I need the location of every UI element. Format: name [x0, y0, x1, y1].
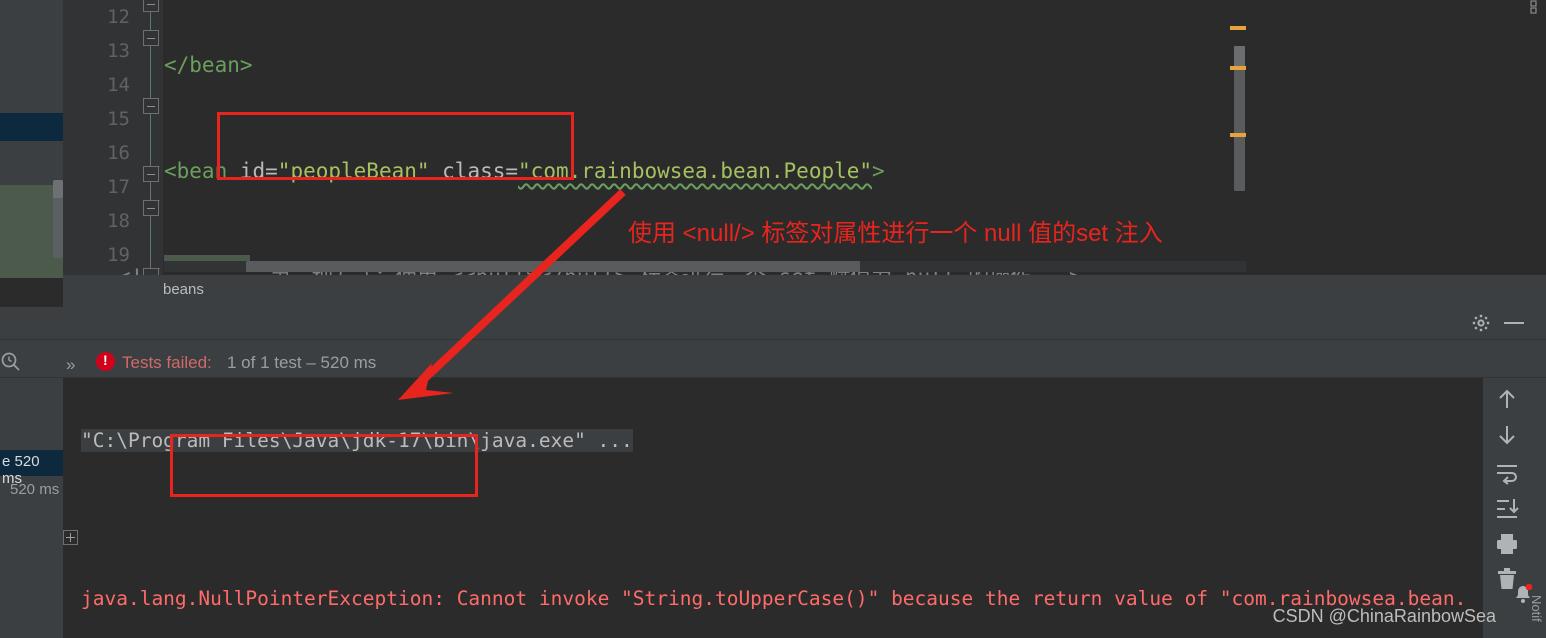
line-number: 17 — [107, 176, 130, 198]
watermark: CSDN @ChinaRainbowSea — [1272, 606, 1496, 626]
search-history-icon[interactable] — [0, 351, 22, 373]
line-number: 18 — [107, 210, 130, 232]
warning-marker-icon[interactable] — [1230, 26, 1246, 30]
expand-stacktrace-icon[interactable] — [63, 530, 78, 545]
line-number: 12 — [107, 6, 130, 28]
code-folding-column[interactable] — [138, 0, 164, 284]
left-strip-selection — [0, 113, 63, 141]
notifications-label[interactable]: Notif — [1529, 595, 1544, 622]
test-tree-row-label: 520 ms — [10, 481, 60, 498]
line-number: 14 — [107, 74, 130, 96]
test-tree-row[interactable]: 520 ms — [0, 478, 63, 504]
code-token-open-bean: <bean — [164, 159, 228, 183]
fold-marker-icon[interactable] — [143, 0, 159, 12]
error-badge-icon — [96, 352, 115, 371]
test-tree-selected-row[interactable]: e 520 ms — [0, 450, 63, 487]
warning-marker-icon[interactable] — [1230, 133, 1246, 137]
run-tool-window: » Tests failed: 1 of 1 test – 520 ms e 5… — [0, 307, 1546, 638]
up-arrow-icon[interactable] — [1495, 387, 1519, 411]
console-command-text: "C:\Program Files\Java\jdk-17\bin\java.e… — [81, 429, 633, 452]
code-token-gt: > — [872, 159, 885, 183]
left-strip-scrollbar-thumb[interactable] — [53, 180, 63, 198]
test-tree-panel[interactable]: e 520 ms 520 ms — [0, 378, 63, 638]
exception-type-text: java.lang.NullPointerException: — [81, 587, 457, 610]
fold-marker-icon[interactable] — [143, 30, 159, 46]
scroll-to-end-icon[interactable] — [1495, 497, 1519, 521]
tool-window-header — [0, 307, 1546, 340]
code-token-attr-class: class= — [429, 159, 519, 183]
warning-marker-icon[interactable] — [1230, 66, 1246, 70]
code-token-attr-id: id= — [227, 159, 278, 183]
fold-marker-icon[interactable] — [143, 200, 159, 216]
gear-icon[interactable] — [1472, 314, 1490, 332]
tests-failed-label: Tests failed: — [122, 353, 212, 372]
code-line-13: <bean id="peopleBean" class="com.rainbow… — [164, 154, 1546, 188]
print-icon[interactable] — [1495, 532, 1519, 556]
expand-chevrons-icon[interactable]: » — [66, 355, 75, 375]
code-token-value-id: "peopleBean" — [277, 159, 430, 183]
ide-window: 12 13 14 15 16 17 18 19 20 </bean> <bean… — [0, 0, 1546, 638]
line-number: 16 — [107, 142, 130, 164]
soft-wrap-icon[interactable] — [1495, 461, 1519, 485]
fold-marker-icon[interactable] — [143, 166, 159, 182]
code-token-close-bean: </bean> — [164, 53, 253, 77]
left-toolwindow-strip — [0, 0, 63, 278]
line-number: 15 — [107, 108, 130, 130]
breadcrumb[interactable]: beans — [163, 281, 204, 298]
code-line-12: </bean> — [164, 48, 1546, 82]
console-output[interactable]: "C:\Program Files\Java\jdk-17\bin\java.e… — [63, 378, 1483, 638]
inspections-widget-icon[interactable] — [1530, 0, 1544, 14]
code-token-value-class: "com.rainbowsea.bean.People" — [518, 159, 873, 183]
annotation-note-text: 使用 <null/> 标签对属性进行一个 null 值的set 注入 — [628, 220, 1163, 247]
fold-marker-icon[interactable] — [143, 98, 159, 114]
console-text[interactable]: "C:\Program Files\Java\jdk-17\bin\java.e… — [81, 378, 1483, 638]
minimize-icon[interactable] — [1504, 322, 1524, 324]
down-arrow-icon[interactable] — [1495, 423, 1519, 447]
breadcrumb-bar — [63, 275, 1546, 307]
annotation-arrow-icon — [398, 189, 626, 400]
tests-summary-meta: 1 of 1 test – 520 ms — [227, 353, 377, 372]
console-line-command: "C:\Program Files\Java\jdk-17\bin\java.e… — [81, 424, 1483, 457]
editor-vertical-scrollbar-thumb-highlight[interactable] — [1234, 46, 1245, 68]
line-number: 13 — [107, 40, 130, 62]
